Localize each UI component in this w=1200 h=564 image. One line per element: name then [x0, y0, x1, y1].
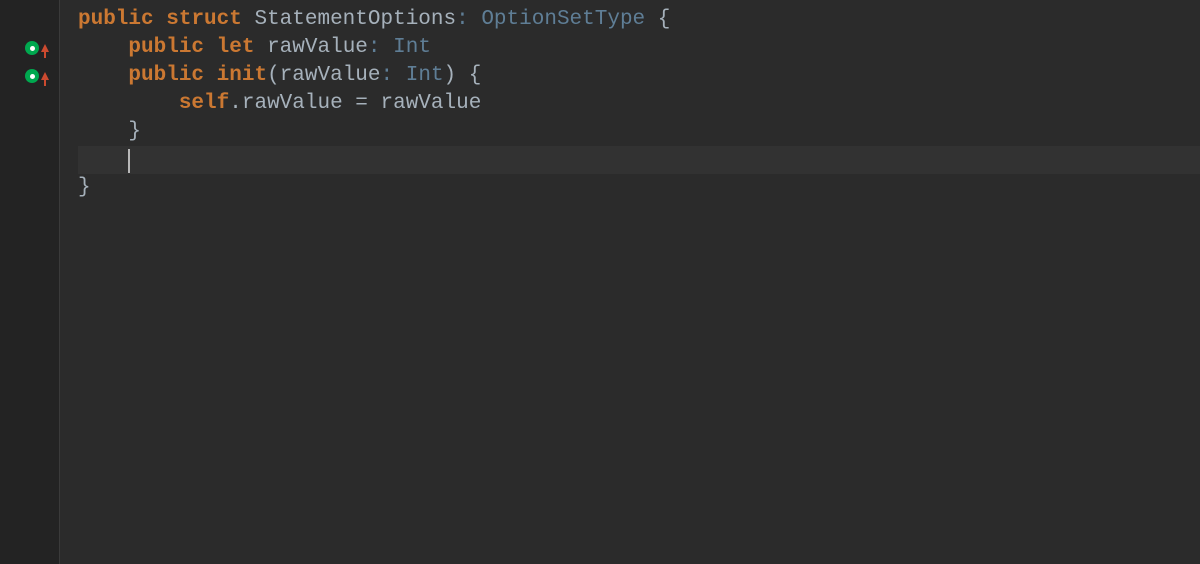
- protocol-name: OptionSetType: [481, 8, 645, 31]
- indent: [78, 148, 128, 171]
- keyword-init: init: [217, 64, 267, 87]
- value: rawValue: [381, 92, 482, 115]
- code-editor[interactable]: public struct StatementOptions: OptionSe…: [60, 0, 1200, 564]
- keyword-self: self: [179, 92, 229, 115]
- brace-open: {: [456, 64, 481, 87]
- equals: =: [343, 92, 381, 115]
- param-name: rawValue: [280, 64, 381, 87]
- colon: :: [456, 8, 469, 31]
- brace-close: }: [78, 176, 91, 199]
- keyword-public: public: [128, 64, 204, 87]
- paren-close: ): [444, 64, 457, 87]
- code-line[interactable]: self.rawValue = rawValue: [78, 90, 1200, 118]
- error-marker-icon[interactable]: [25, 41, 39, 55]
- type-name: StatementOptions: [254, 8, 456, 31]
- gutter-row[interactable]: [0, 34, 59, 62]
- type-int: Int: [406, 64, 444, 87]
- keyword-public: public: [128, 36, 204, 59]
- error-marker-icon[interactable]: [25, 69, 39, 83]
- keyword-let: let: [217, 36, 255, 59]
- property-name: rawValue: [267, 36, 368, 59]
- code-line[interactable]: public let rawValue: Int: [78, 34, 1200, 62]
- arrow-up-icon: [41, 72, 49, 80]
- keyword-public: public: [78, 8, 154, 31]
- colon: :: [368, 36, 381, 59]
- gutter-row[interactable]: [0, 62, 59, 90]
- code-line[interactable]: }: [78, 118, 1200, 146]
- brace-close: }: [128, 120, 141, 143]
- code-line[interactable]: }: [78, 174, 1200, 202]
- keyword-struct: struct: [166, 8, 242, 31]
- code-line-current[interactable]: [78, 146, 1200, 174]
- arrow-up-icon: [41, 44, 49, 52]
- code-line[interactable]: public init(rawValue: Int) {: [78, 62, 1200, 90]
- paren-open: (: [267, 64, 280, 87]
- brace-open: {: [645, 8, 670, 31]
- colon: :: [381, 64, 394, 87]
- property-access: rawValue: [242, 92, 343, 115]
- text-cursor: [128, 149, 130, 173]
- gutter-row: [0, 6, 59, 34]
- editor-gutter: [0, 0, 60, 564]
- type-int: Int: [393, 36, 431, 59]
- code-line[interactable]: public struct StatementOptions: OptionSe…: [78, 6, 1200, 34]
- dot: .: [229, 92, 242, 115]
